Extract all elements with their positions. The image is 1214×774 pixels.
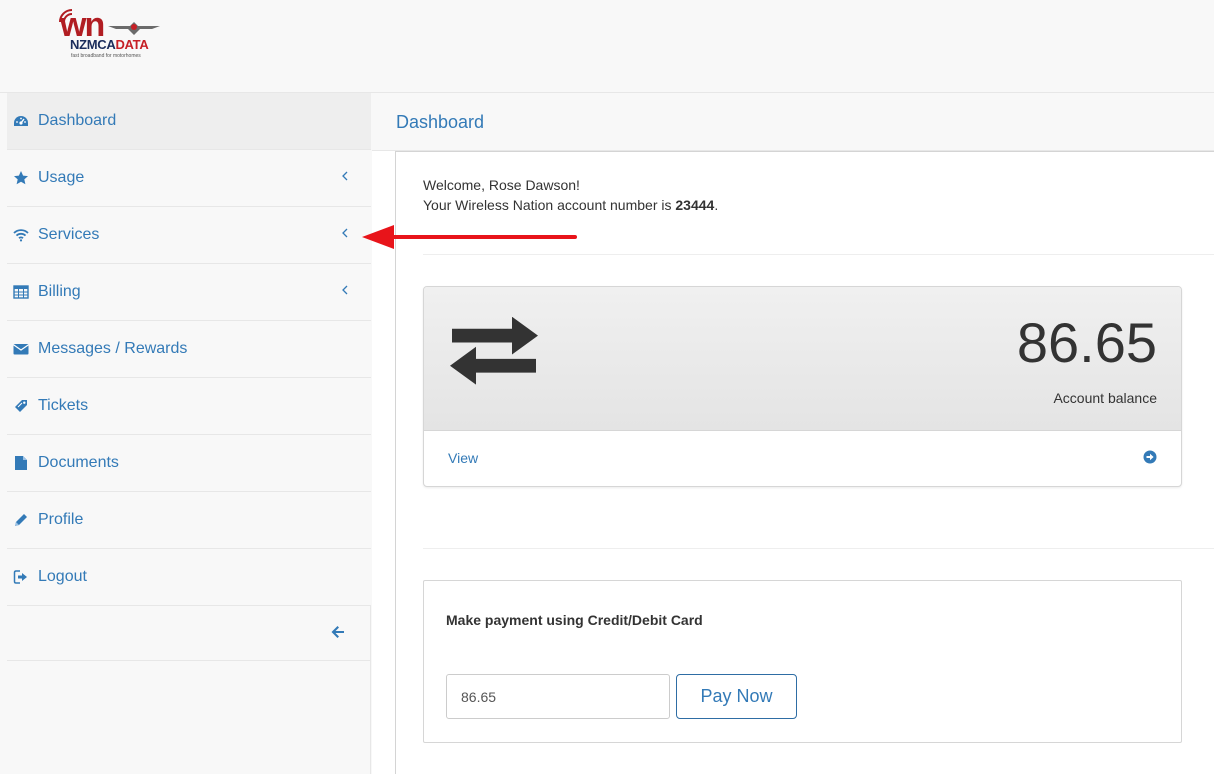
logo-wing-icon bbox=[108, 22, 160, 35]
pencil-icon bbox=[15, 514, 27, 526]
envelope-icon bbox=[13, 344, 29, 355]
sidebar-item-label: Documents bbox=[38, 454, 119, 471]
chevron-left-icon bbox=[342, 228, 348, 238]
file-icon bbox=[15, 456, 27, 470]
sidebar-item-label: Profile bbox=[38, 511, 84, 528]
account-balance-value: 86.65 bbox=[1016, 311, 1157, 374]
account-number-line: Your Wireless Nation account number is 2… bbox=[423, 197, 719, 213]
pay-now-button[interactable]: Pay Now bbox=[676, 674, 797, 719]
brand-logo[interactable]: wn NZMCADATA fast broadband for motorhom… bbox=[58, 8, 170, 62]
sidebar-collapse-row bbox=[7, 604, 371, 661]
account-balance-label: Account balance bbox=[1053, 390, 1157, 406]
sidebar-item-label: Billing bbox=[38, 283, 81, 300]
logo-brand-text: NZMCADATA bbox=[70, 37, 149, 52]
sidebar-item-label: Tickets bbox=[38, 397, 89, 414]
welcome-greeting: Welcome, Rose Dawson! bbox=[423, 177, 580, 193]
balance-panel-heading: 86.65 Account balance bbox=[424, 287, 1181, 431]
view-balance-link[interactable]: View bbox=[448, 448, 478, 468]
sidebar-item-label: Services bbox=[38, 226, 100, 243]
sidebar: Dashboard Usage Services Billing Message… bbox=[0, 93, 371, 774]
chevron-left-icon bbox=[342, 285, 348, 295]
card-payment-panel: Make payment using Credit/Debit Card Pay… bbox=[423, 580, 1182, 743]
sidebar-item-usage[interactable]: Usage bbox=[7, 150, 371, 207]
arrow-left-icon[interactable] bbox=[331, 625, 345, 639]
sidebar-item-billing[interactable]: Billing bbox=[7, 264, 371, 321]
divider bbox=[423, 254, 1214, 255]
chevron-left-icon bbox=[342, 171, 348, 181]
sidebar-item-profile[interactable]: Profile bbox=[7, 492, 371, 549]
annotation-arrow-icon bbox=[362, 225, 577, 249]
top-navbar: wn NZMCADATA fast broadband for motorhom… bbox=[0, 0, 1214, 93]
exchange-icon bbox=[450, 317, 538, 385]
divider bbox=[423, 548, 1214, 549]
payment-amount-input[interactable] bbox=[446, 674, 670, 719]
account-number: 23444 bbox=[675, 197, 715, 213]
tag-icon bbox=[15, 400, 27, 412]
logo-tagline: fast broadband for motorhomes bbox=[71, 53, 141, 59]
star-icon bbox=[14, 171, 28, 185]
sidebar-item-label: Messages / Rewards bbox=[38, 340, 188, 357]
sidebar-item-messages-rewards[interactable]: Messages / Rewards bbox=[7, 321, 371, 378]
sidebar-item-label: Logout bbox=[38, 568, 87, 585]
main-content: Dashboard Welcome, Rose Dawson! Your Wir… bbox=[372, 93, 1214, 774]
welcome-message: Welcome, Rose Dawson! Your Wireless Nati… bbox=[423, 175, 718, 215]
sidebar-item-tickets[interactable]: Tickets bbox=[7, 378, 371, 435]
sidebar-item-label: Dashboard bbox=[38, 112, 117, 129]
sidebar-item-documents[interactable]: Documents bbox=[7, 435, 371, 492]
sidebar-item-services[interactable]: Services bbox=[7, 207, 371, 264]
sidebar-item-dashboard[interactable]: Dashboard bbox=[7, 93, 371, 150]
wifi-icon bbox=[13, 229, 29, 242]
payment-title: Make payment using Credit/Debit Card bbox=[446, 612, 703, 628]
breadcrumb: Dashboard bbox=[372, 93, 1214, 151]
account-balance-panel: 86.65 Account balance View bbox=[423, 286, 1182, 487]
page-title[interactable]: Dashboard bbox=[396, 112, 484, 132]
calculator-icon bbox=[13, 285, 29, 299]
sidebar-item-label: Usage bbox=[38, 169, 85, 186]
dashboard-icon bbox=[14, 116, 28, 126]
sidebar-item-logout[interactable]: Logout bbox=[7, 549, 371, 606]
arrow-circle-right-icon[interactable] bbox=[1143, 450, 1157, 464]
logout-icon bbox=[13, 570, 27, 584]
